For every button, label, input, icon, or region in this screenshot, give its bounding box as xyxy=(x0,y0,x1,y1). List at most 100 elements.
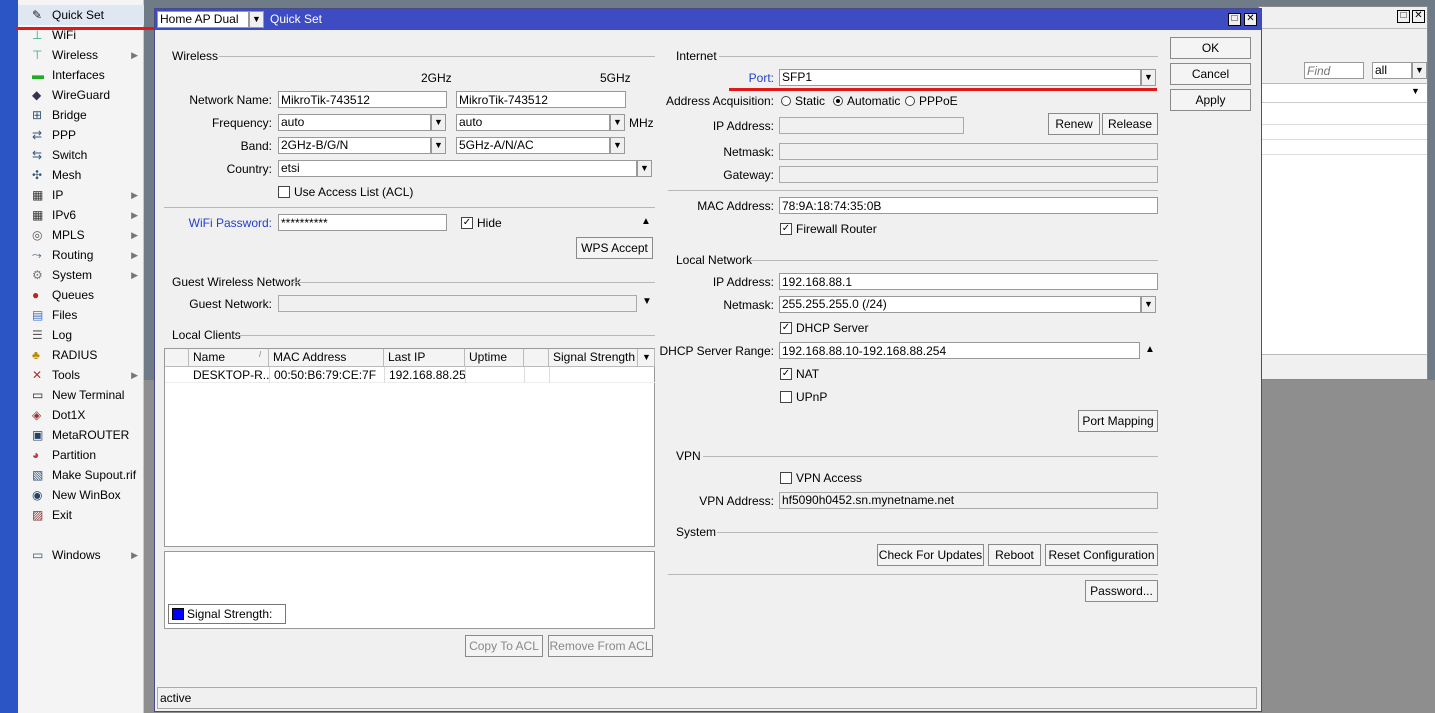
network-name-2ghz-input[interactable] xyxy=(278,91,447,108)
nat-checkbox[interactable]: ✓ xyxy=(780,368,792,380)
filter-select[interactable]: all xyxy=(1372,62,1412,79)
menu-item-mesh[interactable]: ✣ Mesh xyxy=(18,165,144,185)
filter-dropdown-icon[interactable]: ▼ xyxy=(1412,62,1427,79)
renew-button[interactable]: Renew xyxy=(1048,113,1100,135)
network-name-5ghz-input[interactable] xyxy=(456,91,626,108)
menu-item-tools[interactable]: ✕ Tools ▶ xyxy=(18,365,144,385)
reset-configuration-button[interactable]: Reset Configuration xyxy=(1045,544,1158,566)
cancel-button[interactable]: Cancel xyxy=(1170,63,1251,85)
dhcp-server-checkbox[interactable]: ✓ xyxy=(780,322,792,334)
country-dropdown-icon[interactable]: ▼ xyxy=(637,160,652,177)
menu-item-ppp[interactable]: ⇄ PPP xyxy=(18,125,144,145)
collapse-up-icon[interactable]: ▲ xyxy=(641,216,651,227)
firewall-router-checkbox[interactable]: ✓ xyxy=(780,223,792,235)
col-last-ip[interactable]: Last IP xyxy=(384,349,465,366)
remove-from-acl-button[interactable]: Remove From ACL xyxy=(548,635,653,657)
local-netmask-dropdown-icon[interactable]: ▼ xyxy=(1141,296,1156,313)
menu-item-exit[interactable]: ▨ Exit xyxy=(18,505,144,525)
menu-item-make-supout-rif[interactable]: ▧ Make Supout.rif xyxy=(18,465,144,485)
menu-item-wireless[interactable]: ⊤ Wireless ▶ xyxy=(18,45,144,65)
guest-network-dropdown-icon[interactable]: ▼ xyxy=(642,296,652,307)
menu-item-system[interactable]: ⚙ System ▶ xyxy=(18,265,144,285)
internet-netmask-input[interactable] xyxy=(779,143,1158,160)
band-2ghz-dropdown-icon[interactable]: ▼ xyxy=(431,137,446,154)
menu-item-queues[interactable]: ● Queues xyxy=(18,285,144,305)
port-select[interactable]: SFP1 xyxy=(779,69,1141,86)
password-button[interactable]: Password... xyxy=(1085,580,1158,602)
internet-ip-input[interactable] xyxy=(779,117,964,134)
col-signal[interactable]: Signal Strength xyxy=(549,349,638,366)
vpn-access-checkbox[interactable] xyxy=(780,472,792,484)
mac-address-input[interactable] xyxy=(779,197,1158,214)
close-icon[interactable]: ✕ xyxy=(1412,10,1425,23)
frequency-5ghz-dropdown-icon[interactable]: ▼ xyxy=(610,114,625,131)
acq-pppoe-radio[interactable] xyxy=(905,96,915,106)
menu-item-radius[interactable]: ♣ RADIUS xyxy=(18,345,144,365)
menu-item-routing[interactable]: ⤳ Routing ▶ xyxy=(18,245,144,265)
menu-item-windows[interactable]: ▭ Windows ▶ xyxy=(18,545,144,565)
upnp-checkbox[interactable] xyxy=(780,391,792,403)
menu-item-dot1x[interactable]: ◈ Dot1X xyxy=(18,405,144,425)
maximize-icon[interactable]: □ xyxy=(1397,10,1410,23)
port-label: Port: xyxy=(748,71,774,85)
wps-accept-button[interactable]: WPS Accept xyxy=(576,237,653,259)
menu-item-metarouter[interactable]: ▣ MetaROUTER xyxy=(18,425,144,445)
local-netmask-select[interactable]: 255.255.255.0 (/24) xyxy=(779,296,1141,313)
acq-static-radio[interactable] xyxy=(781,96,791,106)
guest-network-select[interactable] xyxy=(278,295,637,312)
reboot-button[interactable]: Reboot xyxy=(988,544,1041,566)
band-5ghz-dropdown-icon[interactable]: ▼ xyxy=(610,137,625,154)
check-for-updates-button[interactable]: Check For Updates xyxy=(877,544,984,566)
col-uptime[interactable]: Uptime xyxy=(465,349,524,366)
menu-item-new-winbox[interactable]: ◉ New WinBox xyxy=(18,485,144,505)
menu-item-label: RADIUS xyxy=(52,348,98,362)
wand-icon: ✎ xyxy=(32,8,43,22)
menu-item-log[interactable]: ☰ Log xyxy=(18,325,144,345)
apply-button[interactable]: Apply xyxy=(1170,89,1251,111)
mode-select[interactable]: Home AP Dual xyxy=(157,11,249,28)
menu-item-ip[interactable]: ▦ IP ▶ xyxy=(18,185,144,205)
table-row[interactable]: DESKTOP-R... 00:50:B6:79:CE:7F 192.168.8… xyxy=(165,367,655,383)
ok-button[interactable]: OK xyxy=(1170,37,1251,59)
menu-item-label: IP xyxy=(52,188,64,202)
menu-item-wireguard[interactable]: ◆ WireGuard xyxy=(18,85,144,105)
wifi-password-input[interactable] xyxy=(278,214,447,231)
maximize-icon[interactable]: □ xyxy=(1228,13,1241,26)
column-picker-icon[interactable]: ▼ xyxy=(638,349,655,366)
internet-gateway-input[interactable] xyxy=(779,166,1158,183)
band-5ghz-select[interactable]: 5GHz-A/N/AC xyxy=(456,137,610,154)
port-dropdown-icon[interactable]: ▼ xyxy=(1141,69,1156,86)
vpn-address-input[interactable]: hf5090h0452.sn.mynetname.net xyxy=(779,492,1158,509)
mode-dropdown-icon[interactable]: ▼ xyxy=(249,11,264,28)
close-icon[interactable]: ✕ xyxy=(1244,13,1257,26)
menu-item-mpls[interactable]: ◎ MPLS ▶ xyxy=(18,225,144,245)
menu-item-quick-set[interactable]: ✎ Quick Set xyxy=(18,5,144,25)
find-input[interactable] xyxy=(1304,62,1364,79)
dhcp-range-input[interactable] xyxy=(779,342,1140,359)
frequency-5ghz-select[interactable]: auto xyxy=(456,114,610,131)
band-2ghz-select[interactable]: 2GHz-B/G/N xyxy=(278,137,431,154)
copy-to-acl-button[interactable]: Copy To ACL xyxy=(465,635,543,657)
frequency-2ghz-select[interactable]: auto xyxy=(278,114,431,131)
port-mapping-button[interactable]: Port Mapping xyxy=(1078,410,1158,432)
acq-automatic-radio[interactable] xyxy=(833,96,843,106)
menu-item-files[interactable]: ▤ Files xyxy=(18,305,144,325)
menu-item-new-terminal[interactable]: ▭ New Terminal xyxy=(18,385,144,405)
col-name[interactable]: Name xyxy=(189,349,269,366)
release-button[interactable]: Release xyxy=(1102,113,1158,135)
dhcp-range-collapse-icon[interactable]: ▲ xyxy=(1145,344,1155,355)
menu-item-partition[interactable]: ◕ Partition xyxy=(18,445,144,465)
country-select[interactable]: etsi xyxy=(278,160,637,177)
frequency-2ghz-dropdown-icon[interactable]: ▼ xyxy=(431,114,446,131)
col-mac[interactable]: MAC Address xyxy=(269,349,384,366)
col-extra[interactable] xyxy=(524,349,549,366)
acl-checkbox[interactable] xyxy=(278,186,290,198)
column-dropdown-icon[interactable]: ▼ xyxy=(1411,86,1420,96)
menu-item-bridge[interactable]: ⊞ Bridge xyxy=(18,105,144,125)
hide-checkbox[interactable]: ✓ xyxy=(461,217,473,229)
menu-item-interfaces[interactable]: ▬ Interfaces xyxy=(18,65,144,85)
menu-item-ipv6[interactable]: ▦ IPv6 ▶ xyxy=(18,205,144,225)
local-ip-input[interactable] xyxy=(779,273,1158,290)
menu-item-switch[interactable]: ⇆ Switch xyxy=(18,145,144,165)
firewall-router-label: Firewall Router xyxy=(796,222,877,236)
